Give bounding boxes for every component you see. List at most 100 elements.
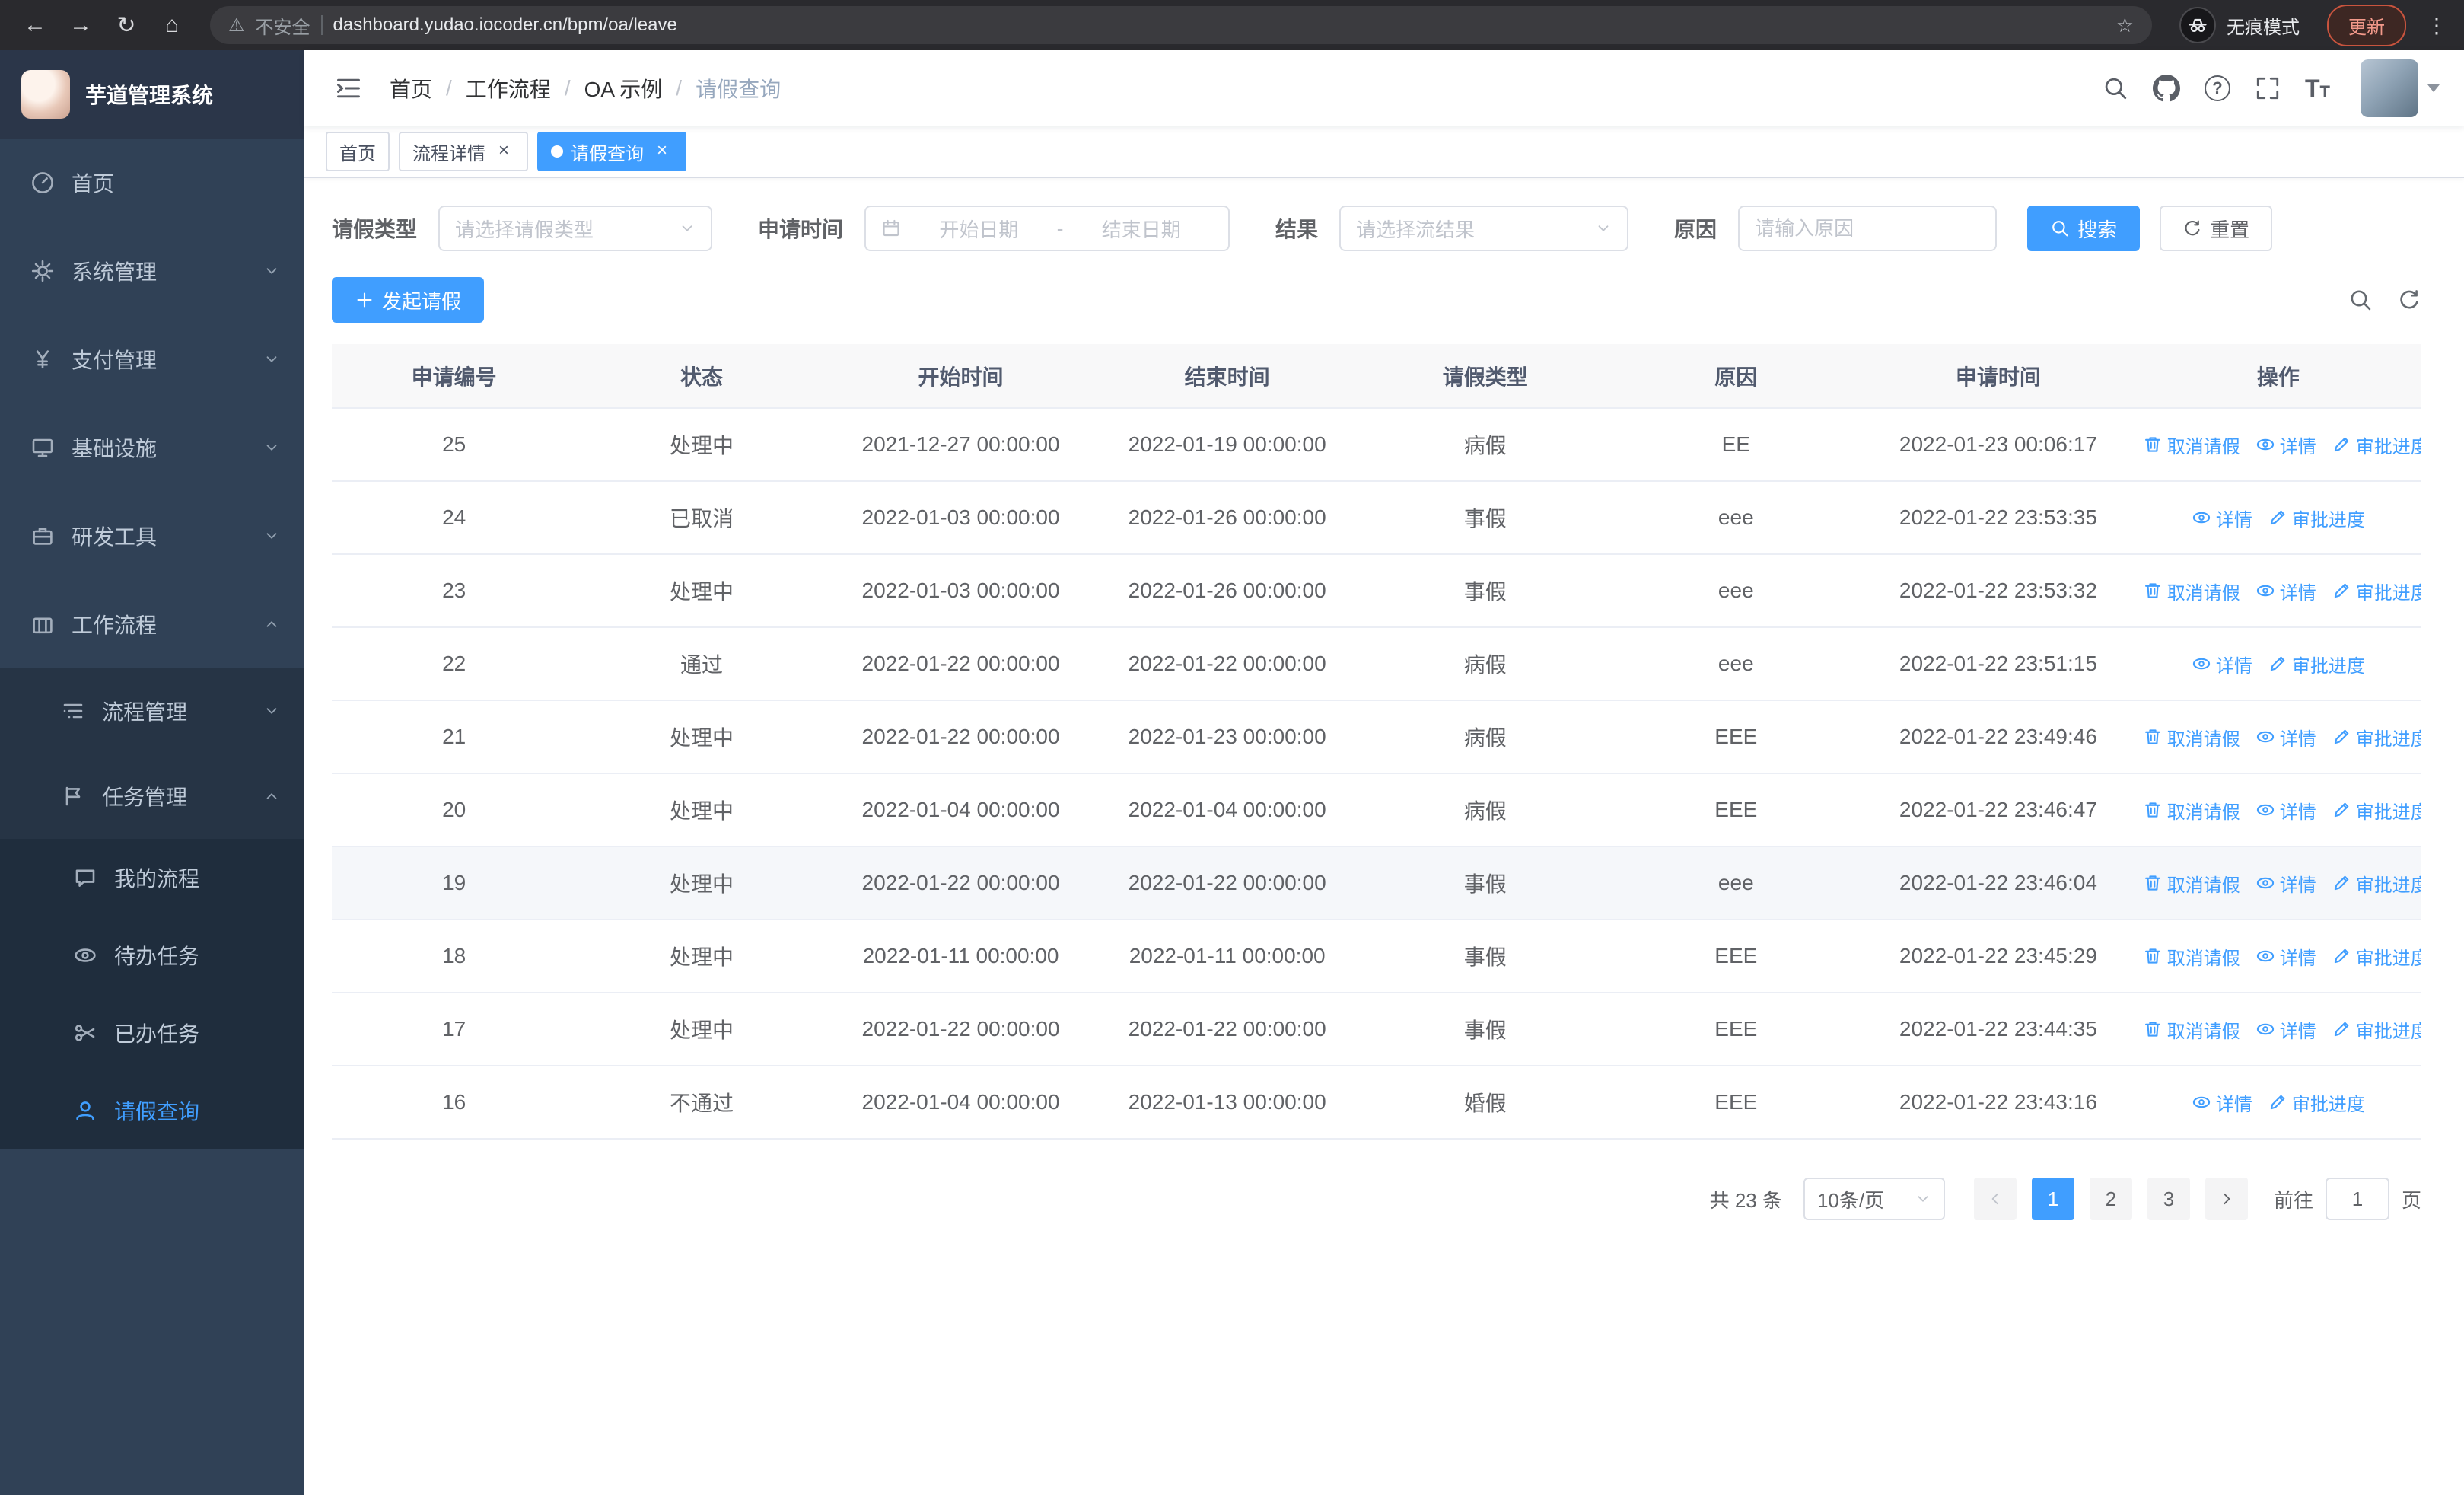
toggle-search-icon[interactable] <box>2348 288 2373 312</box>
page-button-1[interactable]: 1 <box>2031 1178 2074 1220</box>
sidebar-item-my-processes[interactable]: 我的流程 <box>0 839 304 916</box>
fullscreen-icon[interactable] <box>2255 75 2281 101</box>
action-progress-link[interactable]: 审批进度 <box>2332 578 2421 604</box>
reset-button[interactable]: 重置 <box>2160 206 2273 251</box>
action-cancel-link[interactable]: 取消请假 <box>2143 797 2240 824</box>
action-detail-link[interactable]: 详情 <box>2192 1089 2252 1116</box>
search-button[interactable]: 搜索 <box>2027 206 2141 251</box>
apply-time-range-picker[interactable]: 开始日期 - 结束日期 <box>864 206 1230 251</box>
cell-actions: 取消请假详情审批进度 <box>2135 993 2421 1066</box>
action-detail-link[interactable]: 详情 <box>2192 505 2252 531</box>
github-icon[interactable] <box>2153 75 2180 102</box>
result-select[interactable]: 请选择流结果 <box>1339 206 1629 251</box>
suitcase-icon <box>30 612 55 636</box>
page-size-select[interactable]: 10条/页 <box>1803 1178 1945 1220</box>
font-size-icon[interactable]: TT <box>2305 76 2330 100</box>
action-progress-link[interactable]: 审批进度 <box>2332 1016 2421 1043</box>
cell-start-time: 2022-01-03 00:00:00 <box>826 554 1095 628</box>
action-progress-link[interactable]: 审批进度 <box>2332 724 2421 751</box>
leave-table: 申请编号 状态 开始时间 结束时间 请假类型 原因 申请时间 操作 25 处理中… <box>332 344 2421 1140</box>
action-progress-link[interactable]: 审批进度 <box>2332 797 2421 824</box>
action-cancel-link[interactable]: 取消请假 <box>2143 578 2240 604</box>
sidebar-item-leave-query[interactable]: 请假查询 <box>0 1072 304 1149</box>
sidebar-item-todo-tasks[interactable]: 待办任务 <box>0 916 304 994</box>
address-bar[interactable]: ⚠ 不安全 dashboard.yudao.iocoder.cn/bpm/oa/… <box>210 6 2152 44</box>
action-detail-link[interactable]: 详情 <box>2255 432 2316 458</box>
action-progress-link[interactable]: 审批进度 <box>2332 943 2421 970</box>
sidebar-item-process-management[interactable]: 流程管理 <box>0 668 304 754</box>
cell-actions: 取消请假详情审批进度 <box>2135 920 2421 993</box>
close-icon[interactable]: × <box>493 141 514 162</box>
sidebar-item-task-management[interactable]: 任务管理 <box>0 754 304 839</box>
bookmark-star-icon[interactable]: ☆ <box>2116 14 2134 37</box>
sidebar-item-label: 首页 <box>72 172 115 196</box>
action-detail-link[interactable]: 详情 <box>2255 724 2316 751</box>
user-menu[interactable] <box>2361 59 2440 117</box>
tab-process-detail[interactable]: 流程详情 × <box>399 132 528 171</box>
back-icon[interactable]: ← <box>15 5 55 45</box>
next-page-button[interactable] <box>2205 1178 2248 1220</box>
cell-apply-time: 2022-01-22 23:44:35 <box>1861 993 2135 1066</box>
sidebar-item-infrastructure[interactable]: 基础设施 <box>0 403 304 492</box>
goto-page-input[interactable] <box>2325 1178 2389 1220</box>
reason-input[interactable] <box>1755 216 1981 241</box>
sidebar-item-done-tasks[interactable]: 已办任务 <box>0 994 304 1072</box>
active-tab-dot <box>551 145 563 158</box>
close-icon[interactable]: × <box>651 141 673 162</box>
cell-reason: eee <box>1610 846 1862 920</box>
create-leave-button[interactable]: 发起请假 <box>332 277 485 323</box>
help-icon[interactable]: ? <box>2205 75 2230 101</box>
action-detail-link[interactable]: 详情 <box>2255 1016 2316 1043</box>
action-cancel-link[interactable]: 取消请假 <box>2143 724 2240 751</box>
breadcrumb-oa-example[interactable]: OA 示例 <box>584 73 663 104</box>
action-cancel-link[interactable]: 取消请假 <box>2143 432 2240 458</box>
sidebar-item-payment[interactable]: 支付管理 <box>0 315 304 403</box>
page-button-2[interactable]: 2 <box>2089 1178 2132 1220</box>
action-detail-link[interactable]: 详情 <box>2255 870 2316 897</box>
cell-status: 已取消 <box>576 481 827 555</box>
breadcrumb-workflow[interactable]: 工作流程 <box>466 73 551 104</box>
table-body: 25 处理中 2021-12-27 00:00:00 2022-01-19 00… <box>332 408 2421 1140</box>
action-cancel-link[interactable]: 取消请假 <box>2143 943 2240 970</box>
leave-type-select[interactable]: 请选择请假类型 <box>438 206 713 251</box>
cell-apply-time: 2022-01-22 23:51:15 <box>1861 627 2135 701</box>
action-progress-link[interactable]: 审批进度 <box>2332 432 2421 458</box>
security-label: 不安全 <box>255 17 310 38</box>
sidebar-collapse-icon[interactable] <box>329 69 368 108</box>
action-detail-link[interactable]: 详情 <box>2255 578 2316 604</box>
breadcrumb-home[interactable]: 首页 <box>390 73 432 104</box>
search-icon[interactable] <box>2103 75 2128 101</box>
sidebar-item-workflow[interactable]: 工作流程 <box>0 580 304 668</box>
action-cancel-link[interactable]: 取消请假 <box>2143 870 2240 897</box>
sidebar-item-home[interactable]: 首页 <box>0 139 304 227</box>
forward-icon[interactable]: → <box>61 5 100 45</box>
cell-actions: 取消请假详情审批进度 <box>2135 773 2421 847</box>
tab-home[interactable]: 首页 <box>326 132 390 171</box>
action-progress-link[interactable]: 审批进度 <box>2268 505 2365 531</box>
chat-icon <box>73 865 97 890</box>
sidebar-item-label: 已办任务 <box>114 1022 200 1046</box>
browser-menu-icon[interactable]: ⋮ <box>2424 13 2449 38</box>
action-cancel-link[interactable]: 取消请假 <box>2143 1016 2240 1043</box>
prev-page-button[interactable] <box>1973 1178 2017 1220</box>
action-detail-link[interactable]: 详情 <box>2192 651 2252 677</box>
home-icon[interactable]: ⌂ <box>152 5 192 45</box>
reload-icon[interactable]: ↻ <box>107 5 146 45</box>
update-button[interactable]: 更新 <box>2327 4 2406 46</box>
action-progress-link[interactable]: 审批进度 <box>2332 870 2421 897</box>
sidebar-item-devtools[interactable]: 研发工具 <box>0 492 304 580</box>
tab-leave-query[interactable]: 请假查询 × <box>537 132 686 171</box>
col-leave-type: 请假类型 <box>1360 344 1611 409</box>
action-detail-link[interactable]: 详情 <box>2255 797 2316 824</box>
cell-reason: EEE <box>1610 773 1862 847</box>
action-progress-link[interactable]: 审批进度 <box>2268 651 2365 677</box>
tags-bar: 首页 流程详情 × 请假查询 × <box>304 126 2464 178</box>
action-progress-link[interactable]: 审批进度 <box>2268 1089 2365 1116</box>
action-detail-link[interactable]: 详情 <box>2255 943 2316 970</box>
chevron-down-icon <box>1915 1191 1931 1207</box>
refresh-icon[interactable] <box>2397 288 2421 312</box>
page-button-3[interactable]: 3 <box>2147 1178 2190 1220</box>
app-title: 芋道管理系统 <box>85 84 214 107</box>
page-content: 请假类型 请选择请假类型 申请时间 开始日期 - 结束日期 结果 请选择流结果 … <box>304 178 2464 1495</box>
sidebar-item-system[interactable]: 系统管理 <box>0 227 304 315</box>
